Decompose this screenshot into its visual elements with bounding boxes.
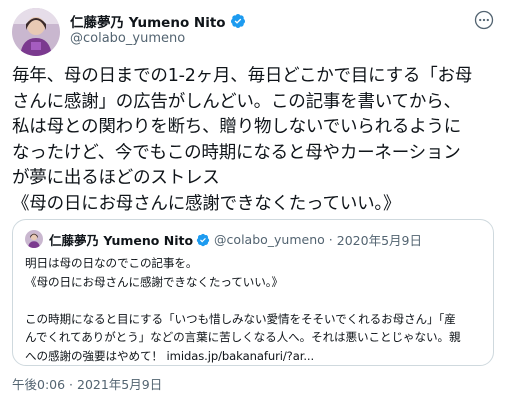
quoted-header: 仁藤夢乃 Yumeno Nito @colabo_yumeno · 2020年5… — [49, 230, 422, 249]
avatar[interactable] — [12, 8, 60, 56]
tweet-body-line: が夢に出るほどのストレス — [12, 168, 220, 189]
tweet-body-line: 《母の日にお母さんに感謝できなくたっていい。》 — [12, 193, 401, 214]
tweet: 仁藤夢乃 Yumeno Nito @colabo_yumeno 毎年、母の日まで… — [0, 0, 508, 402]
author-handle[interactable]: @colabo_yumeno — [70, 31, 185, 46]
quoted-body-line: 明日は母の日なのでこの記事を。 — [25, 256, 198, 270]
quoted-avatar — [25, 230, 43, 248]
tweet-body-line: なったけど、今でもこの時期になると母やカーネーション — [12, 142, 461, 163]
quoted-tweet-card[interactable]: 仁藤夢乃 Yumeno Nito @colabo_yumeno · 2020年5… — [12, 219, 494, 366]
tweet-timestamp[interactable]: 午後0:06 · 2021年5月9日 — [12, 374, 162, 393]
tweet-body-line: さんに感謝」の広告がしんどい。この記事を書いてから、 — [12, 91, 461, 112]
quoted-body-line: この時期になると目にする「いつも惜しみない愛情をそそいでくれるお母さん」「産 — [25, 311, 456, 326]
verified-badge-icon — [196, 233, 210, 246]
tweet-body-line: 毎年、母の日までの1-2ヶ月、毎日どこかで目にする「お母 — [12, 66, 473, 86]
quoted-body: 明日は母の日なのでこの記事を。 《母の日にお母さんに感謝できなくたっていい。》 … — [25, 254, 487, 366]
quoted-body-line: んでくれてありがとう」などの言葉に苦しくなる人へ。それは悪いことじゃない。親 — [25, 330, 461, 345]
quoted-handle: @colabo_yumeno — [214, 232, 325, 247]
more-options-icon[interactable] — [474, 10, 494, 30]
author-display-name[interactable]: 仁藤夢乃 Yumeno Nito — [70, 11, 226, 31]
tweet-body-line: 私は母との関わりを断ち、贈り物しないでいられるように — [12, 117, 462, 138]
quoted-body-line: 《母の日にお母さんに感謝できなくたっていい。》 — [25, 274, 283, 289]
quoted-display-name: 仁藤夢乃 Yumeno Nito — [49, 233, 194, 248]
verified-badge-icon — [230, 14, 245, 28]
tweet-body: 毎年、母の日までの1-2ヶ月、毎日どこかで目にする「お母 さんに感謝」の広告がし… — [12, 64, 498, 218]
quoted-body-line — [25, 291, 487, 310]
quoted-date: 2020年5月9日 — [336, 233, 422, 248]
quoted-separator: · — [328, 232, 333, 247]
quoted-body-line: への感謝の強要はやめて！ imidas.jp/bakanafuri/?ar... — [25, 348, 315, 363]
author-name-row[interactable]: 仁藤夢乃 Yumeno Nito — [70, 11, 246, 31]
